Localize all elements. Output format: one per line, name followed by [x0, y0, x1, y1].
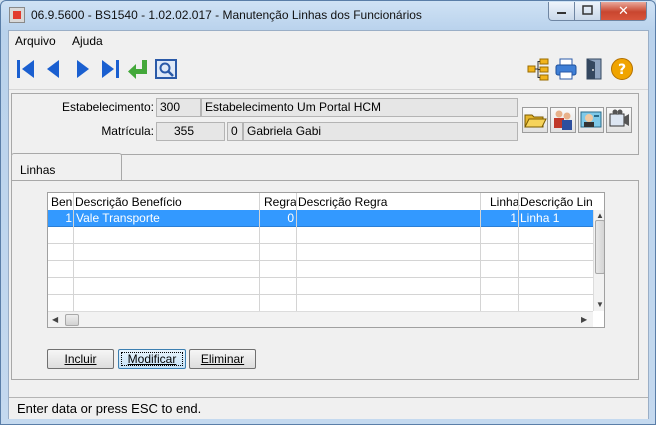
app-icon[interactable] [9, 7, 25, 23]
application-window: 06.9.5600 - BS1540 - 1.02.02.017 - Manut… [0, 0, 656, 425]
cell-linha: 1 [510, 211, 517, 225]
column-divider [259, 193, 260, 311]
table-row[interactable] [48, 261, 593, 278]
help-icon: ? [611, 58, 633, 80]
first-record-icon [17, 60, 34, 78]
previous-record-icon [47, 60, 59, 78]
previous-record-button[interactable] [42, 57, 66, 81]
menu-ajuda[interactable]: Ajuda [72, 34, 103, 48]
column-header-descricao-regra[interactable]: Descrição Regra [298, 195, 478, 209]
employee-card-button[interactable] [578, 107, 604, 133]
status-message: Enter data or press ESC to end. [17, 401, 202, 416]
column-divider [480, 193, 481, 311]
incluir-label: Incluir [64, 352, 97, 366]
exit-door-icon [586, 58, 602, 80]
search-icon [155, 59, 177, 79]
title-bar[interactable]: 06.9.5600 - BS1540 - 1.02.02.017 - Manut… [1, 1, 655, 29]
vertical-scrollbar[interactable]: ▲ ▼ [593, 210, 604, 311]
minimize-button[interactable] [548, 2, 575, 21]
scroll-left-icon[interactable]: ◀ [52, 315, 58, 324]
people-icon [554, 110, 572, 130]
table-row[interactable] [48, 295, 593, 312]
linhas-panel: Ben Descrição Benefício Regra Descrição … [11, 180, 639, 380]
estabelecimento-name-field: Estabelecimento Um Portal HCM [201, 98, 518, 117]
svg-text:?: ? [618, 62, 626, 78]
table-row[interactable] [48, 278, 593, 295]
modificar-button[interactable]: Modificar [118, 349, 186, 369]
column-divider [73, 193, 74, 311]
camera-button[interactable] [606, 107, 632, 133]
search-button[interactable] [154, 57, 178, 81]
column-header-regra[interactable]: Regra [264, 195, 298, 209]
print-icon [555, 58, 577, 80]
estabelecimento-label: Estabelecimento: [61, 100, 154, 114]
modificar-label: Modificar [127, 352, 177, 366]
column-divider [296, 193, 297, 311]
cell-ben: 1 [65, 211, 72, 225]
minimize-icon [557, 12, 566, 14]
employees-button[interactable] [550, 107, 576, 133]
header-panel: Estabelecimento: 300 Estabelecimento Um … [11, 93, 639, 155]
employee-name-field: Gabriela Gabi [243, 122, 518, 141]
column-header-linha[interactable]: Linha [490, 195, 520, 209]
matricula-digit-field: 0 [227, 122, 243, 141]
print-button[interactable] [554, 57, 578, 81]
tree-button[interactable] [526, 57, 550, 81]
help-button[interactable]: ? [610, 57, 634, 81]
tree-icon [527, 58, 549, 81]
first-record-button[interactable] [14, 57, 38, 81]
matricula-label: Matrícula: [101, 124, 154, 138]
vertical-scroll-thumb[interactable] [595, 220, 604, 274]
linhas-grid[interactable]: Ben Descrição Benefício Regra Descrição … [47, 192, 605, 328]
table-row[interactable] [48, 244, 593, 261]
status-bar: Enter data or press ESC to end. [9, 397, 648, 419]
return-button[interactable] [126, 57, 150, 81]
cell-descricao-beneficio: Vale Transporte [76, 211, 160, 225]
estabelecimento-code-field[interactable]: 300 [156, 98, 201, 117]
close-button[interactable]: ✕ [600, 2, 647, 21]
menu-bar: Arquivo Ajuda [9, 31, 648, 50]
eliminar-button[interactable]: Eliminar [189, 349, 256, 369]
menu-arquivo[interactable]: Arquivo [15, 34, 56, 48]
matricula-field[interactable]: 355 [156, 122, 225, 141]
maximize-icon [582, 5, 593, 15]
client-area: Arquivo Ajuda ? Estabelecimento: 300 Est… [8, 30, 649, 419]
next-record-icon [77, 60, 89, 78]
close-icon: ✕ [618, 3, 629, 18]
column-divider [518, 193, 519, 311]
window-title: 06.9.5600 - BS1540 - 1.02.02.017 - Manut… [31, 8, 422, 22]
horizontal-scroll-thumb[interactable] [65, 314, 79, 326]
open-folder-button[interactable] [522, 107, 548, 133]
scroll-right-icon[interactable]: ▶ [581, 315, 587, 324]
column-header-descricao-linha[interactable]: Descrição Linh [520, 195, 593, 209]
horizontal-scrollbar[interactable]: ◀ ▶ [48, 311, 593, 327]
incluir-button[interactable]: Incluir [47, 349, 114, 369]
table-row[interactable] [48, 227, 593, 244]
camera-icon [609, 109, 629, 127]
return-icon [128, 60, 147, 79]
open-folder-icon [524, 114, 547, 128]
maximize-button[interactable] [574, 2, 601, 21]
column-header-descricao-beneficio[interactable]: Descrição Benefício [75, 195, 260, 209]
cell-regra: 0 [287, 211, 294, 225]
grid-header: Ben Descrição Benefício Regra Descrição … [48, 193, 593, 210]
last-record-button[interactable] [98, 57, 122, 81]
scroll-down-icon[interactable]: ▼ [596, 300, 604, 309]
tab-linhas-label: Linhas [20, 163, 56, 177]
last-record-icon [102, 60, 119, 78]
cell-descricao-linha: Linha 1 [520, 211, 560, 225]
scroll-up-icon[interactable]: ▲ [596, 211, 604, 220]
employee-card-icon [580, 111, 602, 128]
tab-linhas[interactable]: Linhas [11, 153, 122, 181]
next-record-button[interactable] [70, 57, 94, 81]
table-row[interactable]: 1 Vale Transporte 0 1 Linha 1 [48, 210, 593, 227]
eliminar-label: Eliminar [200, 352, 245, 366]
exit-button[interactable] [582, 57, 606, 81]
toolbar: ? [9, 50, 648, 90]
